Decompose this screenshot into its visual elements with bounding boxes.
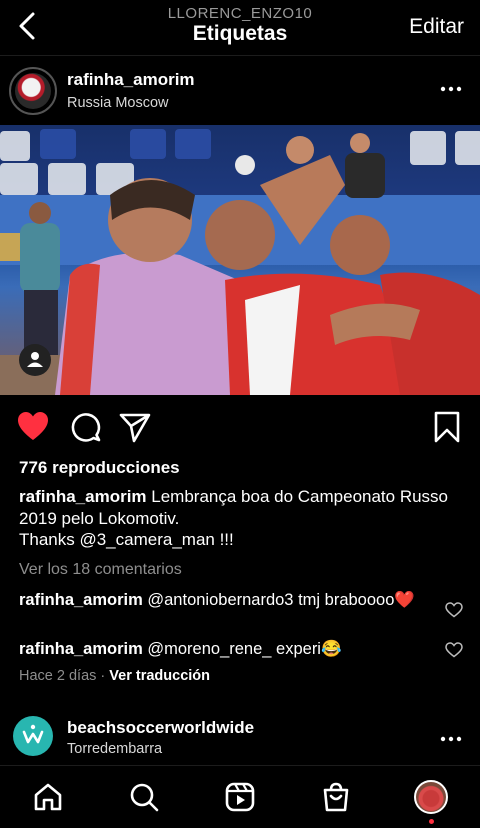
comment-username[interactable]: rafinha_amorim [19, 640, 143, 658]
comment-text: @antoniobernardo3 tmj braboooo❤️ [142, 591, 415, 609]
profile-username: LLORENC_ENZO10 [167, 5, 313, 22]
post-timestamp: Hace 2 días [19, 668, 97, 684]
see-translation-link[interactable]: Ver traducción [109, 668, 210, 684]
top-bar: LLORENC_ENZO10 Etiquetas Editar [0, 0, 480, 56]
send-icon[interactable] [118, 410, 152, 444]
next-post-avatar[interactable] [13, 716, 53, 756]
post-author-avatar[interactable] [9, 67, 57, 115]
comment-heart-icon[interactable] [445, 602, 463, 618]
page-title: Etiquetas [192, 22, 288, 45]
tagged-people-button[interactable] [19, 344, 51, 376]
comment-username[interactable]: rafinha_amorim [19, 591, 143, 609]
bookmark-icon[interactable] [430, 410, 464, 444]
view-count[interactable]: 776 reproducciones [19, 458, 180, 478]
post-actions [0, 404, 480, 450]
comment-icon[interactable] [68, 410, 102, 444]
post-header: rafinha_amorim Russia Moscow [0, 58, 480, 124]
comment-item: rafinha_amorim @antoniobernardo3 tmj bra… [19, 590, 429, 611]
post-photo[interactable] [0, 125, 480, 395]
caption-username[interactable]: rafinha_amorim [19, 487, 147, 506]
reels-icon[interactable] [224, 781, 256, 813]
notification-dot [429, 819, 434, 824]
edit-button[interactable]: Editar [409, 15, 464, 39]
post-location[interactable]: Russia Moscow [67, 95, 169, 111]
person-tag-icon [27, 352, 43, 367]
next-post-header: beachsoccerworldwide Torredembarra [0, 706, 480, 766]
view-all-comments-link[interactable]: Ver los 18 comentarios [19, 561, 182, 579]
next-post-username[interactable]: beachsoccerworldwide [67, 718, 254, 738]
profile-avatar[interactable] [414, 780, 448, 814]
meta-separator: · [96, 668, 110, 684]
search-icon[interactable] [128, 781, 160, 813]
post-caption: rafinha_amorim Lembrança boa do Campeona… [19, 486, 459, 530]
beach-soccer-logo [22, 724, 44, 744]
photo-scene [0, 129, 480, 395]
home-icon[interactable] [32, 781, 64, 813]
comment-item: rafinha_amorim @moreno_rene_ experi😂 [19, 639, 429, 660]
more-horizontal-icon[interactable] [440, 84, 462, 94]
more-horizontal-icon[interactable] [440, 734, 462, 744]
heart-icon[interactable] [16, 410, 50, 444]
avatar-image [15, 73, 51, 109]
comment-heart-icon[interactable] [445, 642, 463, 658]
shop-icon[interactable] [320, 781, 352, 813]
caption-thanks: Thanks @3_camera_man !!! [19, 530, 234, 549]
next-post-location[interactable]: Torredembarra [67, 741, 162, 757]
post-meta: Hace 2 días · Ver traducción [19, 668, 210, 684]
bottom-nav [0, 765, 480, 828]
comment-text: @moreno_rene_ experi😂 [142, 640, 342, 658]
post-author-username[interactable]: rafinha_amorim [67, 70, 195, 90]
